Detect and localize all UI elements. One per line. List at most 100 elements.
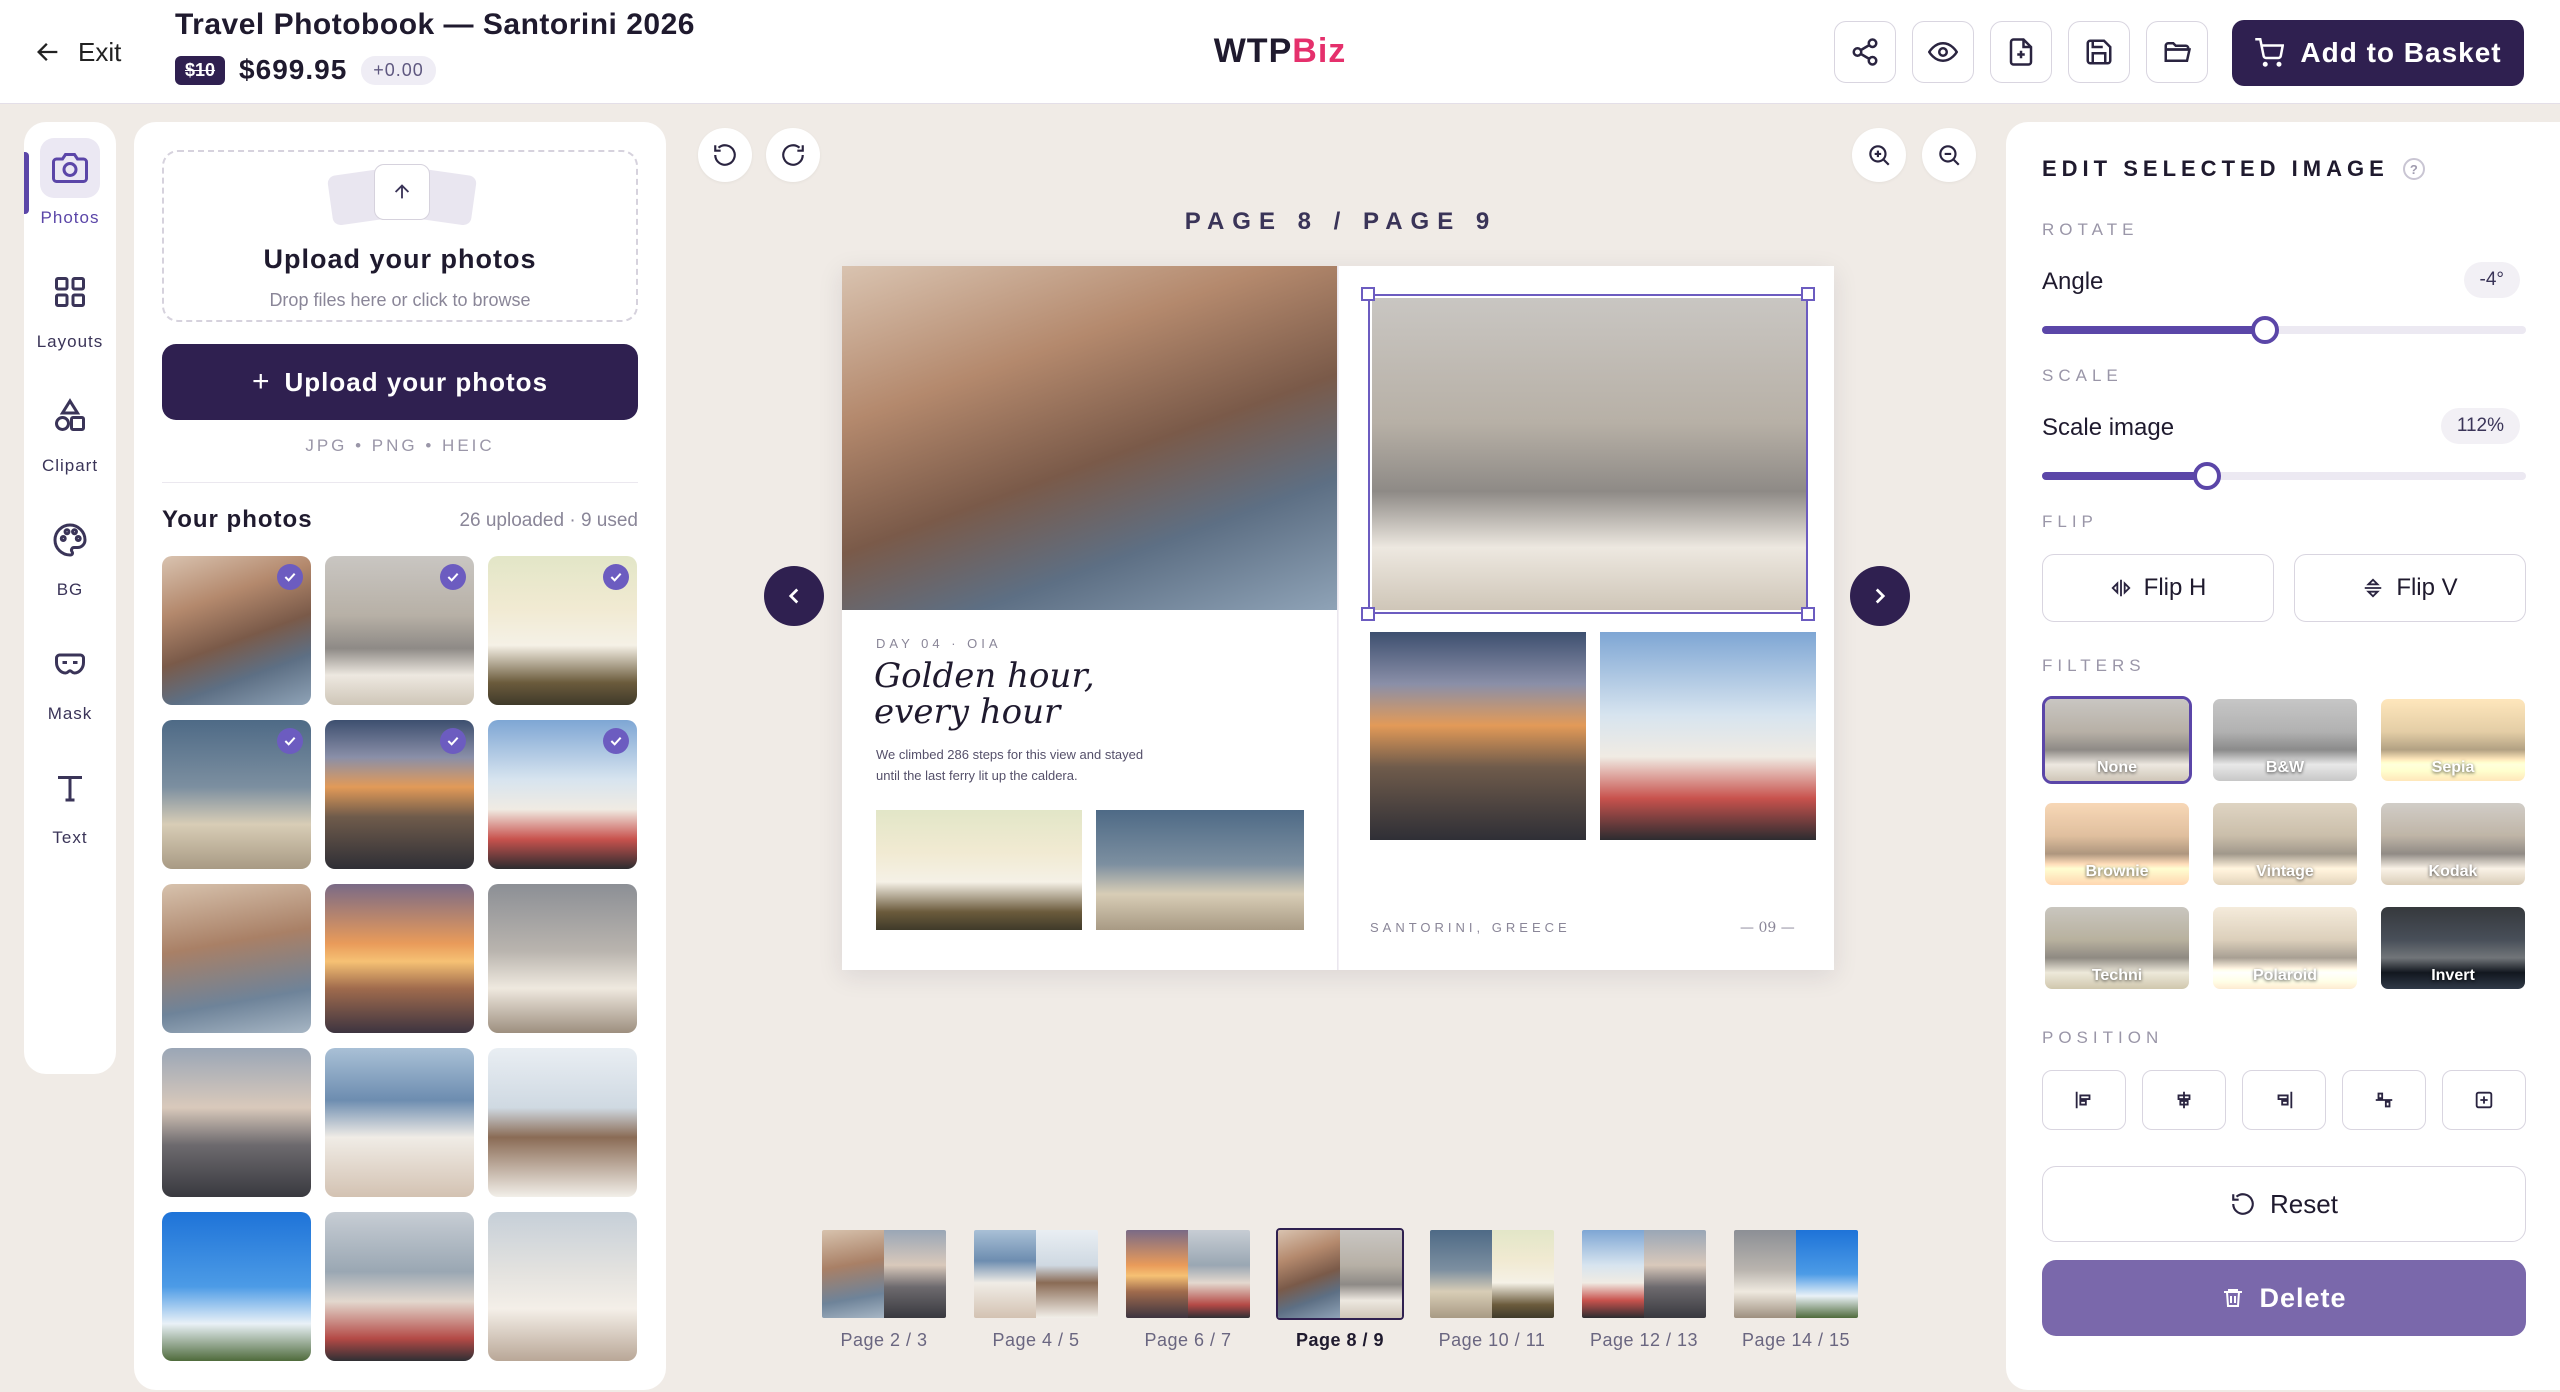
filter-option[interactable]: Kodak — [2378, 800, 2528, 888]
rail-item-layouts[interactable]: Layouts — [24, 252, 116, 362]
rail-item-text[interactable]: Text — [24, 748, 116, 858]
undo-button[interactable] — [698, 128, 752, 182]
arrow-left-icon — [37, 43, 58, 61]
upload-photos-button[interactable]: + Upload your photos — [162, 344, 638, 420]
filmstrip-label: Page 4 / 5 — [992, 1330, 1080, 1350]
resize-handle-bottom-left[interactable] — [1361, 607, 1375, 621]
reset-button[interactable]: Reset — [2042, 1166, 2526, 1242]
filmstrip-spread[interactable]: Page 4 / 5 — [972, 1228, 1100, 1351]
resize-handle-top-right[interactable] — [1801, 287, 1815, 301]
flip-v-label: Flip V — [2396, 574, 2458, 601]
rail-label-bg: BG — [56, 580, 84, 599]
next-spread-button[interactable] — [1850, 566, 1910, 626]
share-button[interactable] — [1834, 21, 1896, 83]
text-icon — [40, 758, 100, 818]
resize-handle-bottom-right[interactable] — [1801, 607, 1815, 621]
center-on-page-button[interactable] — [2442, 1070, 2526, 1130]
filmstrip-spread[interactable]: Page 10 / 11 — [1428, 1228, 1556, 1351]
rail-item-photos[interactable]: Photos — [24, 128, 116, 238]
photo-thumbnail[interactable] — [162, 556, 311, 705]
photo-thumbnail[interactable] — [162, 720, 311, 869]
flip-horizontal-button[interactable]: Flip H — [2042, 554, 2274, 622]
selection-box[interactable] — [1361, 287, 1815, 621]
filmstrip-spread[interactable]: Page 8 / 9 — [1276, 1228, 1404, 1351]
redo-icon — [782, 144, 804, 166]
resize-handle-top-left[interactable] — [1361, 287, 1375, 301]
filmstrip-spread[interactable]: Page 6 / 7 — [1124, 1228, 1252, 1351]
photo-slot-rocks-couple[interactable] — [842, 266, 1338, 610]
help-icon[interactable]: ? — [2402, 158, 2425, 180]
filter-option[interactable]: B&W — [2210, 696, 2360, 784]
rail-label-mask: Mask — [47, 704, 93, 723]
undo-icon — [714, 144, 736, 166]
photo-thumbnail[interactable] — [488, 1212, 637, 1361]
photo-thumbnail[interactable] — [488, 720, 637, 869]
palette-icon — [40, 510, 100, 570]
document-title: Travel Photobook — Santorini 2026 — [175, 8, 695, 41]
filmstrip-spread[interactable]: Page 12 / 13 — [1580, 1228, 1708, 1351]
align-left-button[interactable] — [2042, 1070, 2126, 1130]
edit-panel-title-text: EDIT SELECTED IMAGE — [2042, 156, 2389, 181]
used-check-icon — [440, 728, 466, 754]
filter-option[interactable]: Sepia — [2378, 696, 2528, 784]
photo-thumbnail[interactable] — [162, 1212, 311, 1361]
photo-thumbnail[interactable] — [325, 556, 474, 705]
photo-slot-oia-domes[interactable] — [876, 810, 1082, 930]
used-check-icon — [603, 564, 629, 590]
align-center-button[interactable] — [2142, 1070, 2226, 1130]
angle-slider[interactable] — [2042, 316, 2526, 344]
photo-thumbnail[interactable] — [488, 556, 637, 705]
page-headline[interactable]: Golden hour, every hour — [874, 658, 1095, 730]
delete-button[interactable]: Delete — [2042, 1260, 2526, 1336]
body-line-2: until the last ferry lit up the caldera. — [876, 768, 1078, 783]
reset-icon — [2232, 1193, 2254, 1215]
photo-thumbnail[interactable] — [325, 1212, 474, 1361]
filters-section-label: FILTERS — [2042, 656, 2146, 675]
rail-item-clipart[interactable]: Clipart — [24, 376, 116, 486]
zoom-out-button[interactable] — [1922, 128, 1976, 182]
rail-label-photos: Photos — [40, 208, 100, 227]
align-middle-button[interactable] — [2342, 1070, 2426, 1130]
redo-button[interactable] — [766, 128, 820, 182]
rail-item-bg[interactable]: BG — [24, 500, 116, 610]
photo-thumbnail[interactable] — [325, 884, 474, 1033]
open-project-button[interactable] — [2146, 21, 2208, 83]
filter-option[interactable]: Techni — [2042, 904, 2192, 992]
photo-slot-selfie[interactable] — [1600, 632, 1816, 840]
photo-thumbnail[interactable] — [162, 1048, 311, 1197]
preview-button[interactable] — [1912, 21, 1974, 83]
filter-option[interactable]: Brownie — [2042, 800, 2192, 888]
photo-thumbnail[interactable] — [325, 1048, 474, 1197]
spread-thumbnail — [820, 1228, 948, 1320]
photo-slot-dusk-couple[interactable] — [1096, 810, 1304, 930]
rail-item-mask[interactable]: Mask — [24, 624, 116, 734]
filter-option[interactable]: Vintage — [2210, 800, 2360, 888]
filter-option[interactable]: Invert — [2378, 904, 2528, 992]
exit-button[interactable]: Exit — [34, 30, 121, 74]
align-right-button[interactable] — [2242, 1070, 2326, 1130]
filmstrip-spread[interactable]: Page 2 / 3 — [820, 1228, 948, 1351]
photo-image — [162, 884, 311, 1033]
filmstrip-spread[interactable]: Page 14 / 15 — [1732, 1228, 1860, 1351]
photo-thumbnail[interactable] — [488, 884, 637, 1033]
photo-thumbnail[interactable] — [162, 884, 311, 1033]
photo-slot-cliff-sunset[interactable] — [1370, 632, 1586, 840]
photo-thumbnail[interactable] — [488, 1048, 637, 1197]
rail-label-clipart: Clipart — [41, 456, 99, 475]
page-body-text[interactable]: We climbed 286 steps for this view and s… — [876, 744, 1196, 786]
shapes-icon — [40, 386, 100, 446]
scale-slider-knob[interactable] — [2192, 462, 2221, 490]
previous-spread-button[interactable] — [764, 566, 824, 626]
zoom-in-button[interactable] — [1852, 128, 1906, 182]
scale-slider[interactable] — [2042, 462, 2526, 490]
save-button[interactable] — [2068, 21, 2130, 83]
upload-dropzone[interactable]: Upload your photos Drop files here or cl… — [162, 150, 638, 322]
angle-slider-knob[interactable] — [2250, 316, 2279, 344]
flip-vertical-button[interactable]: Flip V — [2294, 554, 2526, 622]
filter-option[interactable]: Polaroid — [2210, 904, 2360, 992]
photo-thumbnail[interactable] — [325, 720, 474, 869]
add-to-basket-button[interactable]: Add to Basket — [2232, 20, 2524, 86]
add-page-button[interactable] — [1990, 21, 2052, 83]
filter-option[interactable]: None — [2042, 696, 2192, 784]
trash-icon — [2224, 1289, 2243, 1307]
